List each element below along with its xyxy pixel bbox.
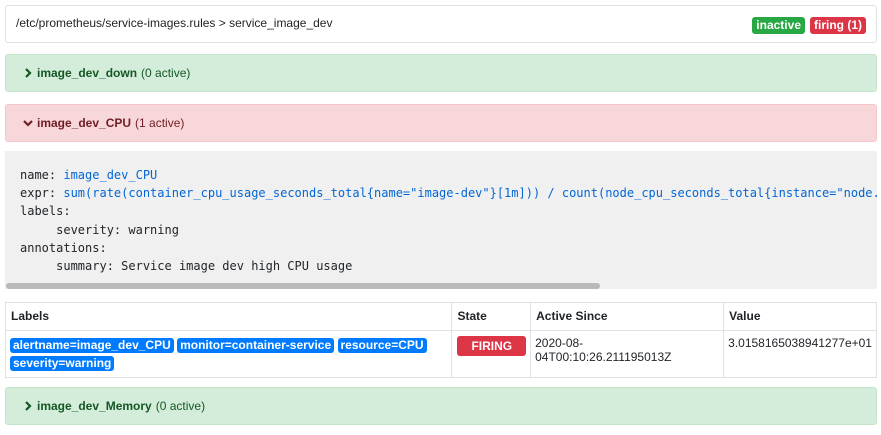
rule-row-image-dev-cpu[interactable]: image_dev_CPU (1 active) — [5, 104, 877, 142]
horizontal-scrollbar[interactable] — [6, 283, 600, 289]
rule-definition-block[interactable]: name: image_dev_CPU expr: sum(rate(conta… — [5, 151, 877, 289]
column-header-state: State — [451, 302, 532, 331]
alert-active-since-cell: 2020-08-04T00:10:26.211195013Z — [530, 330, 725, 378]
column-header-active-since: Active Since — [530, 302, 725, 331]
active-alerts-table: Labels State Active Since Value alertnam… — [4, 302, 877, 378]
alert-labels-cell: alertname=image_dev_CPU monitor=containe… — [4, 330, 453, 378]
table-header-row: Labels State Active Since Value — [4, 302, 877, 331]
table-row: alertname=image_dev_CPU monitor=containe… — [4, 330, 877, 378]
label-badge: severity=warning — [10, 356, 115, 371]
label-badge: alertname=image_dev_CPU — [10, 338, 174, 353]
yaml-expr-value[interactable]: sum(rate(container_cpu_usage_seconds_tot… — [63, 186, 877, 200]
chevron-right-icon — [22, 400, 34, 412]
rule-name: image_dev_down — [37, 66, 138, 80]
yaml-name-key: name: — [20, 168, 57, 182]
rule-active-count: (0 active) — [155, 399, 206, 413]
rule-group-header: /etc/prometheus/service-images.rules > s… — [5, 5, 877, 43]
column-header-value: Value — [723, 302, 877, 331]
column-header-labels: Labels — [4, 302, 453, 331]
rule-name: image_dev_CPU — [37, 116, 132, 130]
rule-yaml: name: image_dev_CPU expr: sum(rate(conta… — [20, 166, 877, 275]
rule-file-path: /etc/prometheus/service-images.rules > s… — [16, 16, 333, 30]
yaml-expr-key: expr: — [20, 186, 57, 201]
rule-active-count: (1 active) — [135, 116, 185, 130]
chevron-right-icon — [22, 67, 34, 79]
rule-row-image-dev-down[interactable]: image_dev_down (0 active) — [5, 54, 877, 92]
label-badge: resource=CPU — [337, 338, 427, 353]
yaml-labels-key: labels: — [20, 204, 71, 219]
yaml-annotations-key: annotations: — [20, 240, 107, 255]
rule-row-image-dev-memory[interactable]: image_dev_Memory (0 active) — [5, 387, 877, 425]
state-filter-badges: inactive firing (1) — [752, 17, 866, 34]
chevron-down-icon — [22, 117, 34, 129]
inactive-badge[interactable]: inactive — [752, 17, 805, 34]
yaml-severity-line: severity: warning — [20, 222, 179, 237]
rule-name: image_dev_Memory — [37, 399, 152, 413]
firing-badge[interactable]: firing (1) — [810, 17, 866, 34]
alert-state-cell: FIRING — [451, 330, 532, 378]
firing-state-badge: FIRING — [457, 336, 527, 356]
label-badge: monitor=container-service — [177, 338, 335, 353]
yaml-summary-line: summary: Service image dev high CPU usag… — [20, 259, 353, 274]
yaml-name-value: image_dev_CPU — [63, 168, 158, 182]
rule-active-count: (0 active) — [141, 66, 191, 80]
alert-value-cell: 3.0158165038941277e+01 — [723, 330, 877, 378]
